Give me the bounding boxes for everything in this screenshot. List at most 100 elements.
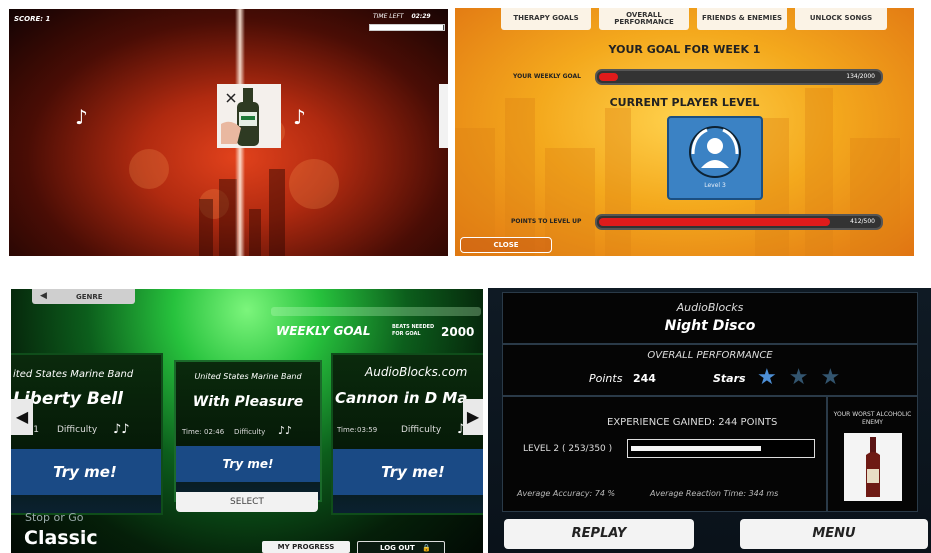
reaction-label: Average Reaction Time: xyxy=(650,489,747,498)
difficulty-notes-icon: ♪♪ xyxy=(278,424,293,437)
weekly-goal-fill xyxy=(599,73,618,81)
overall-performance-box: OVERALL PERFORMANCE Points 244 Stars ★ ★ ★ xyxy=(502,344,918,396)
player-avatar-icon xyxy=(689,126,741,178)
experience-label: EXPERIENCE GAINED: 244 POINTS xyxy=(607,417,778,428)
tab-overall-performance[interactable]: OVERALL PERFORMANCE xyxy=(599,8,689,30)
accuracy-value: 74 % xyxy=(594,489,616,498)
city-silhouette xyxy=(199,169,285,256)
score-display: SCORE: 1 xyxy=(14,15,50,23)
my-progress-button[interactable]: MY PROGRESS xyxy=(262,541,350,553)
replay-button[interactable]: REPLAY xyxy=(504,519,694,549)
overall-performance-label: OVERALL PERFORMANCE xyxy=(647,350,773,361)
tab-therapy-goals[interactable]: THERAPY GOALS xyxy=(501,8,591,30)
song-card-center[interactable]: United States Marine Band With Pleasure … xyxy=(174,360,322,502)
points-to-level-fill xyxy=(599,218,830,226)
logout-button[interactable]: LOG OUT 🔒 xyxy=(357,541,445,553)
beer-bottle-icon xyxy=(221,88,259,146)
reaction-stat: Average Reaction Time: 344 ms xyxy=(650,489,778,498)
logout-label: LOG OUT xyxy=(380,544,415,552)
try-me-button[interactable]: Try me! xyxy=(333,449,483,495)
weekly-goal-bar: 134/2000 xyxy=(595,69,883,85)
scroll-right-arrow-icon[interactable]: ▶ xyxy=(463,399,483,435)
therapy-goals-panel: THERAPY GOALS OVERALL PERFORMANCE FRIEND… xyxy=(455,8,914,256)
beats-needed-label: BEATS NEEDED FOR GOAL xyxy=(392,324,435,337)
song-time: 03:59 xyxy=(357,426,378,434)
song-name: Night Disco xyxy=(664,318,756,334)
points-to-level-bar: 412/500 xyxy=(595,214,883,230)
difficulty-notes-icon: ♪♪ xyxy=(113,422,130,437)
points-label: Points xyxy=(589,372,623,385)
weekly-goal-value: 134/2000 xyxy=(846,73,875,80)
points-to-level-label: POINTS TO LEVEL UP xyxy=(511,218,582,225)
star-rating: ★ ★ ★ xyxy=(757,365,852,390)
wine-bottle-icon xyxy=(866,437,880,497)
tab-unlock-songs[interactable]: UNLOCK SONGS xyxy=(795,8,887,30)
music-note-icon: ♪ xyxy=(75,105,88,129)
song-artist: United States Marine Band xyxy=(194,372,302,381)
accuracy-stat: Average Accuracy: 74 % xyxy=(517,489,615,498)
results-panel: AudioBlocks Night Disco OVERALL PERFORMA… xyxy=(488,288,931,553)
select-button[interactable]: SELECT xyxy=(176,492,318,512)
menu-button[interactable]: MENU xyxy=(740,519,928,549)
song-meta: 03:41 Difficulty ♪♪ xyxy=(11,421,161,439)
genre-label: GENRE xyxy=(76,293,103,301)
level-progress-bar xyxy=(627,439,815,458)
level-title: CURRENT PLAYER LEVEL xyxy=(609,96,760,109)
try-me-button[interactable]: Try me! xyxy=(176,446,320,482)
search-bar[interactable] xyxy=(271,307,481,316)
lock-icon: 🔒 xyxy=(422,544,431,552)
song-info-box: AudioBlocks Night Disco xyxy=(502,292,918,344)
song-card-right[interactable]: AudioBlocks.com Cannon in D Ma Time: 03:… xyxy=(331,353,483,515)
back-arrow-icon: ◀ xyxy=(40,291,47,301)
genre-button[interactable]: ◀ GENRE xyxy=(32,289,135,304)
song-title: With Pleasure xyxy=(192,394,304,410)
time-progress-bar xyxy=(369,24,445,31)
time-label: Time: xyxy=(337,426,357,434)
worst-enemy-label: YOUR WORST ALCOHOLIC ENEMY xyxy=(833,411,912,426)
beer-bottle-block[interactable] xyxy=(217,84,281,148)
difficulty-label: Difficulty xyxy=(234,428,266,436)
stars-label: Stars xyxy=(713,372,746,385)
level-badge-text: Level 3 xyxy=(704,182,726,189)
music-note-icon: ♪ xyxy=(293,105,306,129)
song-time: 02:46 xyxy=(204,428,225,436)
beats-needed-value: 2000 xyxy=(441,325,475,339)
difficulty-label: Difficulty xyxy=(57,425,98,435)
points-to-level-value: 412/500 xyxy=(850,218,875,225)
goal-title: YOUR GOAL FOR WEEK 1 xyxy=(608,43,761,56)
incoming-block xyxy=(439,84,448,148)
song-title: Cannon in D Ma xyxy=(335,389,468,407)
reaction-value: 344 ms xyxy=(748,489,779,498)
star-icon: ★ xyxy=(820,365,841,390)
song-meta: Time: 03:59 Difficulty ♪♪ xyxy=(333,421,483,439)
accuracy-label: Average Accuracy: xyxy=(517,489,593,498)
experience-box: EXPERIENCE GAINED: 244 POINTS LEVEL 2 ( … xyxy=(502,396,827,512)
difficulty-label: Difficulty xyxy=(401,425,442,435)
time-left-value: 02:29 xyxy=(411,13,431,20)
close-button[interactable]: CLOSE xyxy=(460,237,552,253)
song-artist: AudioBlocks.com xyxy=(365,365,468,379)
gameplay-panel: SCORE: 1 TIME LEFT 02:29 ♪ ♪ xyxy=(9,9,448,256)
level-label: LEVEL 2 ( 253/350 ) xyxy=(523,444,613,454)
wine-bottle-image xyxy=(844,433,902,501)
level-badge: Level 3 xyxy=(667,116,763,200)
star-icon: ★ xyxy=(788,365,809,390)
time-progress-fill xyxy=(370,25,443,30)
time-left-display: TIME LEFT 02:29 xyxy=(373,13,431,20)
scroll-left-arrow-icon[interactable]: ◀ xyxy=(11,399,33,435)
try-me-button[interactable]: Try me! xyxy=(11,449,161,495)
song-card-left[interactable]: ited States Marine Band Liberty Bell 03:… xyxy=(11,353,163,515)
genre-subtitle: Stop or Go xyxy=(25,511,84,524)
score-label: SCORE: xyxy=(14,15,44,23)
genre-name: Classic xyxy=(24,527,98,549)
weekly-goal-heading: WEEKLY GOAL xyxy=(276,324,371,338)
bokeh-light xyxy=(129,149,169,189)
song-source: AudioBlocks xyxy=(676,301,744,314)
score-value: 1 xyxy=(45,15,51,23)
song-meta: Time: 02:46 Difficulty ♪♪ xyxy=(176,422,320,440)
star-icon: ★ xyxy=(757,365,777,390)
tab-friends-enemies[interactable]: FRIENDS & ENEMIES xyxy=(697,8,787,30)
worst-enemy-box: YOUR WORST ALCOHOLIC ENEMY xyxy=(827,396,918,512)
song-artist: ited States Marine Band xyxy=(13,369,134,380)
points-value: 244 xyxy=(633,372,656,385)
